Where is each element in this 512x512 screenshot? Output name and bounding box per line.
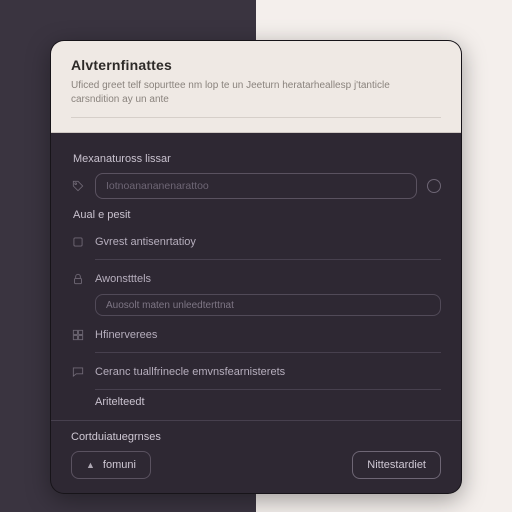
primary-button-label: Nittestardiet [367, 459, 426, 471]
option-label: Ceranc tuallfrinecle emvnsfearnisterets [95, 366, 285, 378]
option-row-2[interactable]: Hfinerverees [71, 322, 441, 348]
square-icon [71, 235, 85, 249]
header-divider [71, 117, 441, 118]
section-label-options: Aual e pesit [73, 209, 441, 221]
option-label: Gvrest antisenrtatioy [95, 236, 196, 248]
footer-label: Cortduiatuegrnses [71, 431, 441, 443]
section-label-name: Mexanatuross lissar [73, 153, 441, 165]
option-row-1[interactable]: Awonstttels [71, 266, 441, 292]
primary-button[interactable]: Nittestardiet [352, 451, 441, 479]
app-backdrop: Alvternfinattes Uficed greet telf sopurt… [0, 0, 512, 512]
option-subvalue[interactable]: Auosolt maten unleedterttnat [95, 294, 441, 316]
chat-icon [71, 365, 85, 379]
modal-header: Alvternfinattes Uficed greet telf sopurt… [51, 41, 461, 133]
tag-icon [71, 179, 85, 193]
lock-icon [71, 272, 85, 286]
option-row-3[interactable]: Ceranc tuallfrinecle emvnsfearnisterets [71, 359, 441, 385]
name-field-row [71, 173, 441, 199]
chevron-up-icon: ▲ [86, 460, 95, 470]
option-row-0[interactable]: Gvrest antisenrtatioy [71, 229, 441, 255]
modal-title: Alvternfinattes [71, 57, 441, 73]
name-input[interactable] [95, 173, 417, 199]
status-indicator [427, 179, 441, 193]
secondary-button[interactable]: ▲ fomuni [71, 451, 151, 479]
settings-modal: Alvternfinattes Uficed greet telf sopurt… [50, 40, 462, 494]
modal-footer: Cortduiatuegrnses ▲ fomuni Nittestardiet [51, 420, 461, 493]
modal-body: Mexanatuross lissar Aual e pesit Gvrest … [51, 133, 461, 420]
option-label: Hfinerverees [95, 329, 157, 341]
subsection-label: Aritelteedt [95, 396, 441, 408]
row-divider [95, 259, 441, 260]
option-label: Awonstttels [95, 273, 151, 285]
secondary-button-label: fomuni [103, 459, 136, 471]
footer-actions: ▲ fomuni Nittestardiet [71, 451, 441, 479]
modal-subtitle: Uficed greet telf sopurttee nm lop te un… [71, 79, 411, 107]
grid-icon [71, 328, 85, 342]
row-divider [95, 389, 441, 390]
row-divider [95, 352, 441, 353]
